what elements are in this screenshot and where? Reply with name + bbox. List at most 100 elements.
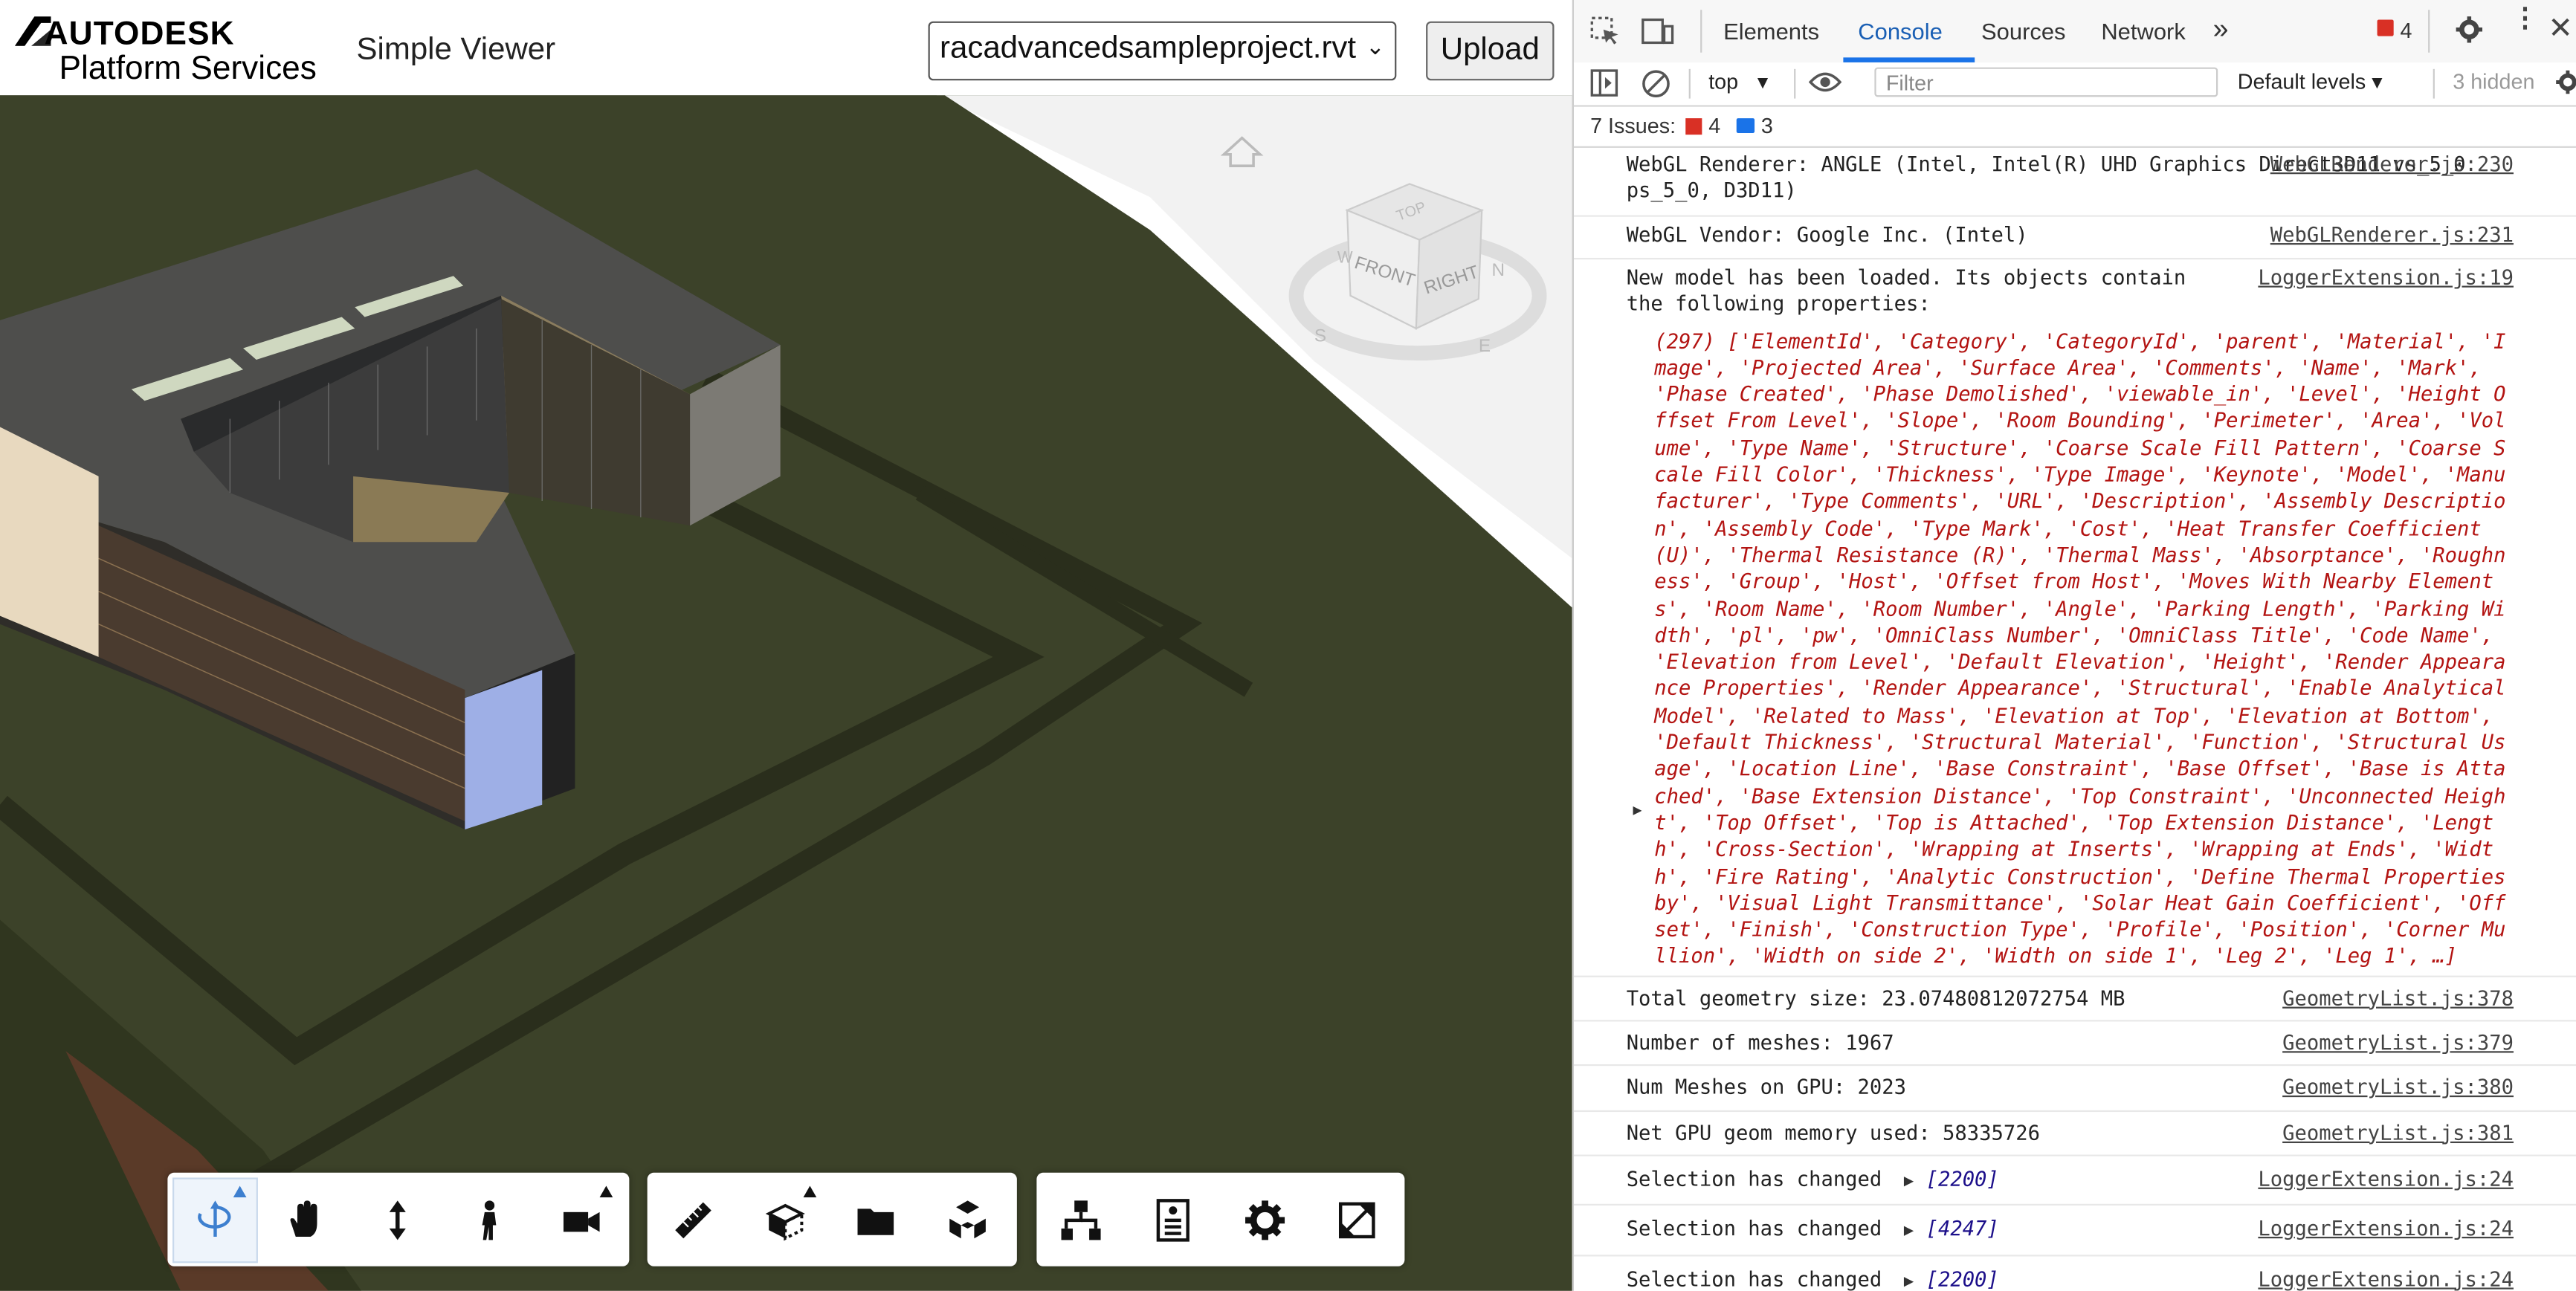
log-source-link[interactable]: LoggerExtension.js:24 [2258, 1266, 2514, 1291]
hidden-messages-count: 3 hidden [2453, 68, 2535, 94]
clear-console-icon[interactable] [1642, 69, 1671, 107]
properties-array-text: (297) ['ElementId', 'Category', 'Categor… [1654, 329, 2506, 968]
3d-viewer-canvas[interactable]: TOP FRONT RIGHT N S E W [0, 95, 1572, 1291]
log-source-link[interactable]: LoggerExtension.js:24 [2258, 1166, 2514, 1193]
model-select-value: racadvancedsampleproject.rvt [940, 30, 1357, 66]
log-message: Selection has changed [1626, 1217, 1882, 1240]
context-value: top [1708, 68, 1739, 94]
tab-sources[interactable]: Sources [1981, 18, 2065, 44]
properties-icon [1156, 1199, 1189, 1242]
expand-triangle-icon[interactable]: ▶ [1904, 1223, 1914, 1240]
expand-triangle-icon[interactable]: ▶ [1904, 1173, 1914, 1191]
log-message: Net GPU geom memory used: 58335726 [1626, 1121, 2040, 1145]
flyout-triangle [803, 1185, 817, 1197]
simple-viewer-app: AUTODESK Platform Services Simple Viewer… [0, 0, 1572, 1291]
settings-gear-icon[interactable] [2454, 15, 2484, 53]
selection-value[interactable]: [4247] [1926, 1217, 1999, 1240]
issues-info-count: 3 [1760, 113, 1773, 138]
context-selector[interactable]: top ▾ [1708, 69, 1768, 95]
toolbar-divider [1794, 68, 1796, 99]
expand-triangle-icon[interactable]: ▶ [1633, 797, 1642, 824]
tab-network[interactable]: Network [2101, 18, 2185, 44]
compass-w: W [1337, 248, 1353, 267]
section-box-icon [765, 1203, 805, 1241]
fullscreen-button[interactable] [1316, 1180, 1398, 1261]
log-levels-dropdown[interactable]: Default levels ▾ [2238, 69, 2383, 95]
expand-triangle-icon[interactable]: ▶ [1904, 1272, 1914, 1290]
console-log-entry: Selection has changed ▶ [2200] LoggerExt… [1574, 1255, 2576, 1291]
log-message: Number of meshes: 1967 [1626, 1031, 1894, 1055]
console-settings-gear-icon[interactable] [2554, 69, 2576, 103]
toolbar-divider [1688, 68, 1691, 99]
error-count[interactable]: 4 [2401, 18, 2412, 42]
compass-e: E [1479, 336, 1491, 356]
first-person-button[interactable] [448, 1180, 530, 1261]
log-message: New model has been loaded. Its objects c… [1626, 265, 2186, 316]
more-tabs-icon[interactable]: » [2213, 13, 2229, 46]
explode-cubes-icon [949, 1200, 986, 1239]
log-source-link[interactable]: WebGLRenderer.js:231 [2270, 221, 2514, 248]
orbit-button[interactable] [174, 1179, 256, 1262]
filter-placeholder: Filter [1885, 71, 1934, 96]
log-source-link[interactable]: GeometryList.js:380 [2282, 1075, 2514, 1101]
tab-console-underline [1843, 57, 1975, 62]
device-toolbar-icon[interactable] [1642, 16, 1674, 54]
model-tree-button[interactable] [1040, 1180, 1122, 1261]
console-log-entry: Num Meshes on GPU: 2023 GeometryList.js:… [1573, 1067, 2576, 1112]
sidebar-toggle-icon[interactable] [1590, 69, 1618, 106]
orbit-icon [198, 1200, 231, 1237]
zoom-button[interactable] [357, 1180, 439, 1261]
upload-button[interactable]: Upload [1426, 21, 1555, 81]
model-tree-icon [1061, 1200, 1101, 1240]
console-log-entry: Number of meshes: 1967 GeometryList.js:3… [1573, 1022, 2576, 1067]
console-log-entry: Total geometry size: 23.07480812072754 M… [1573, 977, 2576, 1022]
issues-bar[interactable]: 7 Issues: 4 3 [1573, 105, 2576, 148]
selection-value[interactable]: [2200] [1926, 1267, 1999, 1290]
issues-error-count: 4 [1708, 113, 1721, 138]
model-select[interactable]: racadvancedsampleproject.rvt ⌄ [928, 21, 1397, 81]
inspect-element-icon[interactable] [1590, 16, 1620, 54]
tab-console[interactable]: Console [1858, 18, 1943, 44]
dropdown-triangle-icon: ▾ [2372, 68, 2383, 94]
toolbar-divider [2433, 68, 2435, 99]
compass-n: N [1491, 260, 1505, 280]
log-message: Selection has changed [1626, 1167, 1882, 1191]
console-log-entry: Selection has changed ▶ [4247] LoggerExt… [1573, 1206, 2576, 1256]
error-flag-icon [1685, 118, 1702, 135]
section-button[interactable] [744, 1180, 826, 1261]
log-source-link[interactable]: GeometryList.js:378 [2282, 985, 2514, 1012]
properties-button[interactable] [1132, 1180, 1214, 1261]
console-log-entry: WebGL Renderer: ANGLE (Intel, Intel(R) U… [1573, 146, 2576, 217]
measure-button[interactable] [652, 1180, 734, 1261]
log-message: Total geometry size: 23.07480812072754 M… [1626, 986, 2125, 1010]
log-source-link[interactable]: WebGLRenderer.js:230 [2270, 151, 2514, 178]
walk-person-icon [482, 1200, 497, 1240]
log-source-link[interactable]: GeometryList.js:381 [2282, 1119, 2514, 1146]
properties-array[interactable]: ▶ (297) ['ElementId', 'Category', 'Categ… [1573, 323, 2576, 977]
camera-button[interactable] [540, 1180, 622, 1261]
building-model-scene[interactable]: TOP FRONT RIGHT N S E W [0, 95, 1572, 1291]
pan-button[interactable] [263, 1180, 345, 1261]
console-filter-input[interactable]: Filter [1874, 67, 2218, 97]
settings-button[interactable] [1224, 1180, 1305, 1261]
console-output: WebGL Renderer: ANGLE (Intel, Intel(R) U… [1573, 146, 2576, 1291]
screen: AUTODESK Platform Services Simple Viewer… [0, 0, 2576, 1291]
log-source-link[interactable]: LoggerExtension.js:19 [2258, 265, 2514, 291]
tab-elements[interactable]: Elements [1723, 18, 1819, 44]
live-expression-eye-icon[interactable] [1808, 71, 1842, 102]
console-log-entry: WebGL Vendor: Google Inc. (Intel) WebGLR… [1573, 217, 2576, 260]
selection-value[interactable]: [2200] [1926, 1168, 1999, 1191]
chevron-down-icon: ⌄ [1365, 33, 1385, 59]
close-icon[interactable]: ✕ [2548, 11, 2572, 45]
explode-button[interactable] [926, 1180, 1008, 1261]
vertical-arrows-icon [389, 1200, 406, 1240]
kebab-menu-icon[interactable]: ⋮ [2512, 6, 2538, 32]
fullscreen-icon [1338, 1202, 1375, 1239]
log-levels-value: Default levels [2237, 68, 2366, 94]
model-browser-button[interactable] [835, 1180, 917, 1261]
gear-icon [1245, 1200, 1285, 1240]
flyout-triangle [233, 1185, 247, 1197]
navigation-toolbar [167, 1172, 630, 1266]
log-source-link[interactable]: LoggerExtension.js:24 [2258, 1216, 2514, 1243]
log-source-link[interactable]: GeometryList.js:379 [2282, 1030, 2514, 1057]
